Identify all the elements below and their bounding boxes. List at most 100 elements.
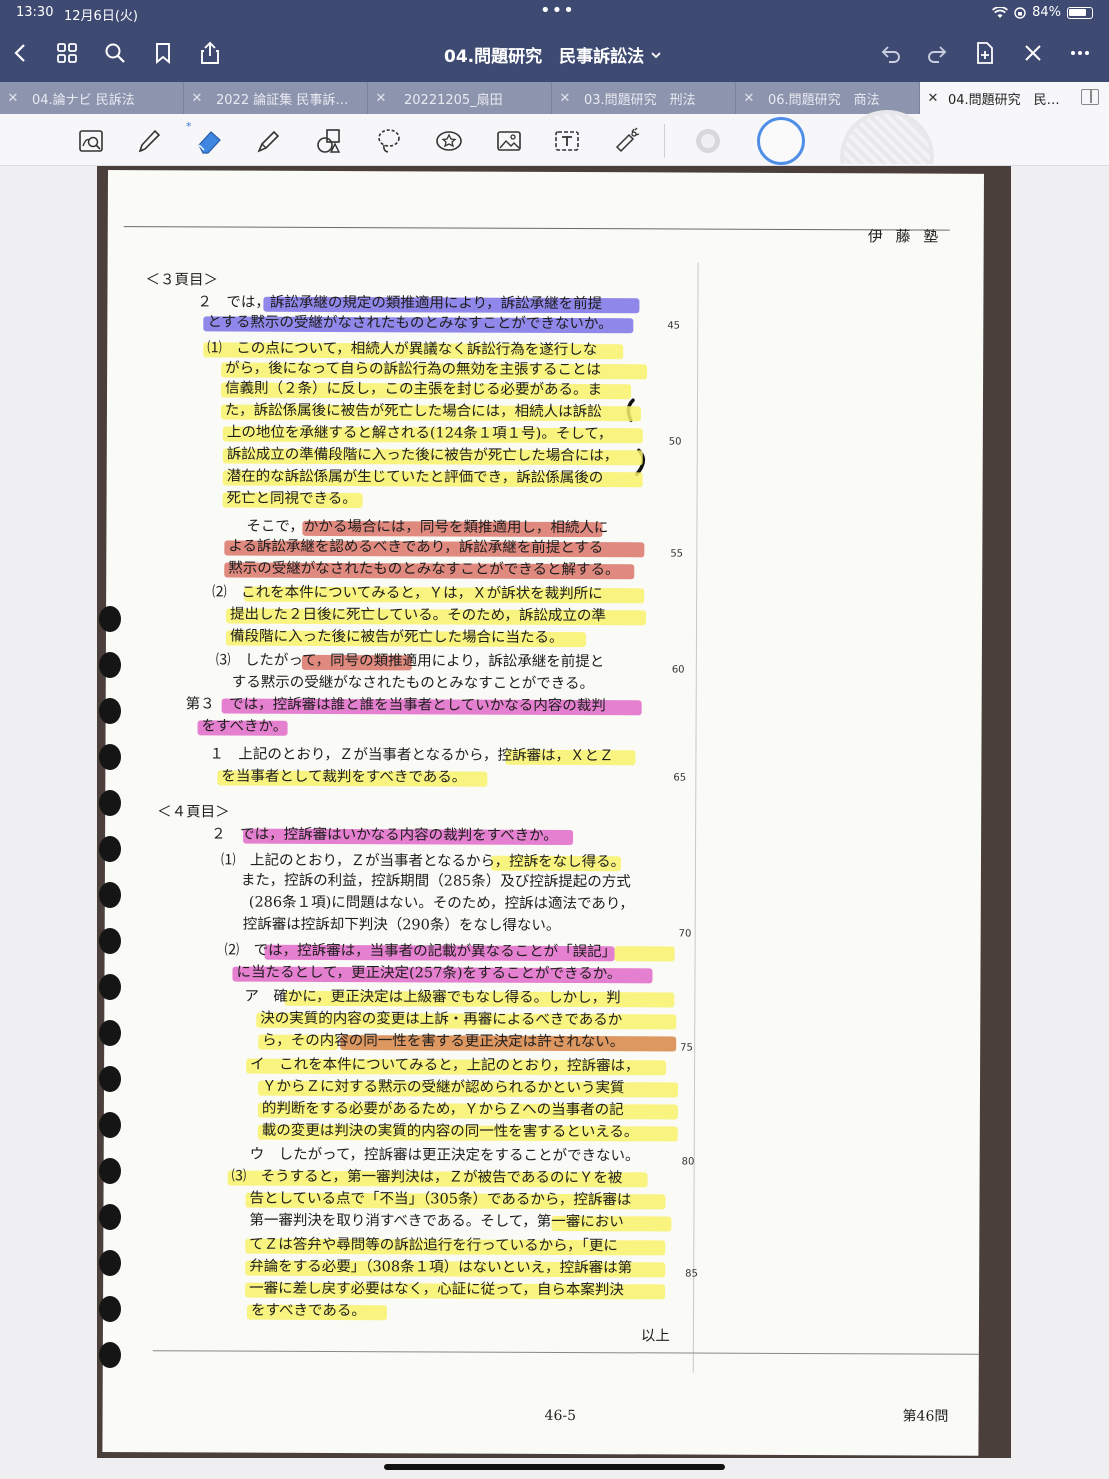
document-text-line: 載の変更は判決の実質的内容の同一性を害するといえる。 — [261, 1122, 639, 1141]
document-text-line: に当たるとして，更正決定(257条)をすることができるか。 — [236, 964, 622, 983]
tab-bar: ✕ 04.論ナビ 民訴法 ✕ 2022 論証集 民事訴… ✕ 20221205_扇田 … — [0, 82, 1109, 114]
search-icon[interactable] — [100, 38, 130, 68]
close-tab-icon[interactable]: ✕ — [736, 91, 762, 106]
document-text-line: (286条１項)に問題はない。そのため，控訴は適法であり， — [248, 894, 634, 913]
binder-hole — [99, 652, 121, 678]
tab-0[interactable]: ✕ 04.論ナビ 民訴法 — [0, 82, 184, 114]
top-bar: 13:30 12月6日(火) ••• 84% 04.問題研究 民事訴訟法 — [0, 0, 1109, 82]
highlighter-icon[interactable] — [252, 124, 286, 158]
battery-icon — [1067, 6, 1093, 19]
document-canvas[interactable]: 伊 藤 塾 46-5 第46問 ＜３頁目＞ ２ では，訴訟承継の規定の類推適用によ… — [0, 166, 1109, 1479]
header-name: 伊 藤 塾 — [867, 227, 943, 246]
orientation-lock-icon — [1014, 6, 1026, 19]
document-text-line: 一審に差し戻す必要はなく，心証に従って，自ら本案判決 — [249, 1280, 624, 1299]
document-text-line: ⑵ では，控訴審は，当事者の記載が異なることが「誤記」 — [224, 942, 617, 961]
document-text-line: を当事者として裁判をすべきである。 — [221, 768, 467, 786]
pen-icon[interactable] — [132, 124, 166, 158]
footer-rule — [152, 1350, 979, 1355]
binder-hole — [99, 606, 121, 632]
redo-icon[interactable] — [922, 38, 952, 68]
binder-hole — [99, 1204, 121, 1230]
undo-icon[interactable] — [876, 38, 906, 68]
line-number: 80 — [681, 1156, 695, 1168]
text-icon[interactable] — [550, 124, 584, 158]
document-text-line: ら，その内容の同一性を害する更正決定は許されない。 — [262, 1032, 625, 1051]
document-text-line: ⑵ これを本件についてみると，Ｙは，Ｘが訴状を裁判所に — [212, 584, 603, 603]
bluetooth-icon: * — [186, 120, 192, 133]
lasso-icon[interactable] — [372, 124, 406, 158]
close-tab-icon[interactable]: ✕ — [368, 91, 394, 106]
multitasking-dots-icon[interactable]: ••• — [540, 0, 575, 21]
share-icon[interactable] — [195, 38, 225, 68]
battery-percent: 84% — [1032, 5, 1061, 20]
laser-icon[interactable] — [610, 124, 644, 158]
bookmark-icon[interactable] — [148, 38, 178, 68]
document-text-line: １ 上記のとおり，Ｚが当事者となるから，控訴審は，ＸとＺ — [209, 746, 614, 765]
line-number: 60 — [671, 664, 685, 676]
document-text-line: ＜４頁目＞ — [157, 804, 230, 821]
status-right: 84% — [992, 5, 1093, 20]
document-text-line: ⑴ 上記のとおり，Ｚが当事者となるから，控訴をなし得る。 — [220, 852, 626, 871]
close-tab-icon[interactable]: ✕ — [920, 91, 946, 106]
tab-4[interactable]: ✕ 06.問題研究 商法 — [736, 82, 920, 114]
wifi-icon — [992, 6, 1009, 18]
back-icon[interactable] — [6, 38, 36, 68]
toolbar-divider — [664, 124, 665, 158]
image-icon[interactable] — [492, 124, 526, 158]
document-text-line: ウ したがって，控訴審は更正決定をすることができない。 — [249, 1146, 640, 1165]
document-text-line: 備段階に入った後に被告が死亡した場合に当たる。 — [229, 628, 564, 646]
close-document-icon[interactable] — [1018, 38, 1048, 68]
zoom-box-icon[interactable] — [74, 124, 108, 158]
home-indicator[interactable] — [384, 1464, 725, 1470]
eraser-icon[interactable] — [192, 124, 226, 158]
document-text-line: 控訴審は控訴却下判決（290条）をなし得ない。 — [242, 916, 561, 934]
add-page-icon[interactable] — [970, 38, 1000, 68]
document-text-line: 黙示の受継がなされたものとみなすことができると解する。 — [228, 560, 620, 579]
close-tab-icon[interactable]: ✕ — [184, 91, 210, 106]
shapes-icon[interactable] — [312, 124, 346, 158]
line-number: 55 — [670, 548, 684, 560]
grid-view-icon[interactable] — [52, 38, 82, 68]
document-title[interactable]: 04.問題研究 民事訴訟法 — [444, 42, 662, 67]
footer-page-number: 46-5 — [544, 1407, 577, 1425]
tab-label: 04.問題研究 民… — [948, 92, 1060, 108]
document-text-line: ＜３頁目＞ — [145, 272, 219, 289]
more-options-icon[interactable] — [1065, 38, 1095, 68]
binder-hole — [99, 1066, 121, 1092]
document-text-line: よる訴訟承継を認めるべきであり，訴訟承継を前提とする — [228, 538, 604, 557]
split-view-icon[interactable] — [1081, 89, 1099, 105]
close-tab-icon[interactable]: ✕ — [0, 91, 26, 106]
tab-1[interactable]: ✕ 2022 論証集 民事訴… — [184, 82, 368, 114]
line-number: 75 — [680, 1042, 693, 1054]
chevron-down-icon — [651, 51, 661, 58]
binder-hole — [99, 1020, 121, 1046]
close-tab-icon[interactable]: ✕ — [552, 91, 578, 106]
tab-label: 20221205_扇田 — [404, 92, 503, 108]
document-text-line: 訴訟成立の準備段階に入った後に被告が死亡した場合には， — [226, 446, 619, 465]
tab-2[interactable]: ✕ 20221205_扇田 — [368, 82, 552, 114]
status-bar: 13:30 12月6日(火) ••• 84% — [0, 0, 1109, 26]
document-text-line: 信義則（２条）に反し，この主張を封じる必要がある。ま — [225, 380, 603, 399]
document-text-line: てＺは答弁や尋問等の訴訟追行を行っているから，「更に — [249, 1236, 618, 1255]
drawing-toolbar: * — [0, 110, 1109, 166]
document-text-line: 告としている点で「不当」（305条）であるから，控訴審は — [249, 1190, 632, 1209]
sticker-icon[interactable] — [432, 124, 466, 158]
document-text-line: 上の地位を承継すると解される(124条１項１号)。そして， — [226, 424, 613, 443]
line-number: 65 — [673, 772, 687, 784]
header-rule — [123, 226, 950, 231]
line-number: 45 — [667, 320, 681, 332]
document-text-line: 潜在的な訴訟係属が生じていたと評価でき，訴訟係属後の — [226, 468, 604, 487]
document-text-line: そこで，かかる場合には，同号を類推適用し，相続人に — [246, 518, 609, 537]
binder-hole — [99, 1296, 121, 1322]
tab-label: 2022 論証集 民事訴… — [216, 92, 349, 108]
document-text-line: ２ では，訴訟承継の規定の類推適用により，訴訟承継を前提 — [197, 294, 603, 313]
document-title-label: 04.問題研究 民事訴訟法 — [444, 47, 645, 67]
binder-hole — [99, 744, 121, 770]
document-text-line: 死亡と同視できる。 — [226, 490, 357, 508]
document-text-line: 第一審判決を取り消すべきである。そして，第一審におい — [249, 1212, 624, 1231]
binder-hole — [99, 836, 121, 862]
color-swatch-grey-icon[interactable] — [691, 124, 725, 158]
color-swatch-selected-icon[interactable] — [757, 117, 805, 165]
document-text-line: ⑴ この点について，相続人が異議なく訴訟行為を遂行しな — [207, 340, 598, 359]
tab-3[interactable]: ✕ 03.問題研究 刑法 — [552, 82, 736, 114]
